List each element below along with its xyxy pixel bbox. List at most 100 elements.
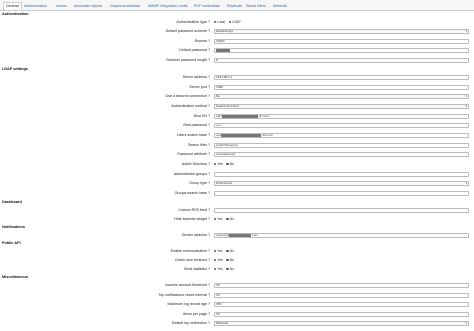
password-scheme-value: sha512crypt xyxy=(216,29,233,33)
inactive-threshold-label: Inactive account threshold ? xyxy=(165,283,210,287)
rounds-label: Rounds ? xyxy=(194,39,210,43)
section-dashboard-title: Dashboard xyxy=(2,200,22,204)
server-address-input[interactable]: 192.168.1.2 xyxy=(214,75,469,80)
auth-type-radio[interactable]: Local LDAP xyxy=(214,19,244,25)
groups-search-base-input[interactable] xyxy=(214,191,469,196)
auth-type-local: Local xyxy=(217,20,226,24)
hide-features-yes: Yes xyxy=(217,217,223,221)
auth-method-select[interactable]: Search and bind ▾ xyxy=(214,104,469,109)
admin-groups-label: Administrator groups ? xyxy=(173,172,210,176)
rounds-input[interactable]: 15000 xyxy=(214,39,469,44)
server-port-input[interactable]: 1389 xyxy=(214,85,469,90)
top-redirection-label: Default top redirection ? xyxy=(171,321,210,325)
active-directory-radio[interactable]: Yes No xyxy=(214,161,237,167)
active-directory-no: No xyxy=(229,162,234,166)
tab-graphical-statistics[interactable]: Graphical statistics xyxy=(110,3,140,10)
tab-limits[interactable]: Limits xyxy=(178,3,187,10)
chevron-down-icon: ▾ xyxy=(465,94,467,98)
sender-address-label: Sender address ? xyxy=(181,233,210,237)
sender-prefix: noreply@ xyxy=(216,233,230,238)
top-redirection-value: Webmail xyxy=(216,321,228,325)
radio-selected-icon[interactable] xyxy=(226,267,229,271)
admin-groups-input[interactable] xyxy=(214,172,469,177)
secured-connection-select[interactable]: No ▾ xyxy=(214,94,469,99)
tab-general[interactable]: General xyxy=(3,2,22,10)
chevron-down-icon: ▾ xyxy=(465,104,467,108)
password-scheme-label: Default password scheme ? xyxy=(165,29,210,33)
tab-automatic-reports[interactable]: Automatic reports xyxy=(74,3,102,10)
section-authentication-title: Authentication xyxy=(2,12,29,16)
radio-selected-icon[interactable] xyxy=(226,249,229,253)
users-base-suffix: ,dc=com xyxy=(261,133,274,138)
password-scheme-select[interactable]: sha512crypt ▾ xyxy=(214,29,469,34)
users-search-base-input[interactable]: ou= ,dc=com xyxy=(214,133,469,138)
check-versions-label: Check new versions ? xyxy=(174,258,210,262)
enable-communication-yes: Yes xyxy=(217,249,223,253)
group-type-select[interactable]: PosixGroup ▾ xyxy=(214,181,469,186)
send-statistics-label: Send statistics ? xyxy=(183,267,210,271)
hide-features-no: No xyxy=(229,217,234,221)
password-attribute-input[interactable]: userpassword xyxy=(214,152,469,157)
sender-address-input[interactable]: noreply@ .com xyxy=(214,233,469,238)
radio-selected-icon[interactable] xyxy=(228,20,232,24)
tab-avisos[interactable]: Avisos xyxy=(56,3,67,10)
top-notifications-label: Top notifications check interval ? xyxy=(158,293,210,297)
users-search-base-label: Users search base ? xyxy=(177,133,210,137)
tab-webmail[interactable]: Webmail xyxy=(273,3,287,10)
enable-communication-radio[interactable]: Yes No xyxy=(214,248,237,254)
items-per-page-input[interactable]: 30 xyxy=(214,312,469,317)
radio-selected-icon[interactable] xyxy=(226,217,229,221)
redacted-value xyxy=(221,134,262,137)
check-versions-radio[interactable]: Yes No xyxy=(214,257,237,263)
search-filter-label: Search filter ? xyxy=(187,143,210,147)
enable-communication-no: No xyxy=(229,249,234,253)
bind-password-input[interactable]: ••••• xyxy=(214,123,469,128)
auth-method-value: Search and bind xyxy=(216,104,239,108)
custom-rss-input[interactable] xyxy=(214,208,469,213)
tab-administration[interactable]: Administration xyxy=(24,3,47,10)
auth-type-label: Authentication type ? xyxy=(176,20,210,24)
send-statistics-no: No xyxy=(229,267,234,271)
tab-saved-filters[interactable]: Saved filters xyxy=(246,3,266,10)
inactive-threshold-input[interactable]: 30 xyxy=(214,283,469,288)
send-statistics-radio[interactable]: Yes No xyxy=(214,266,237,272)
search-filter-input[interactable]: (mail=%(user)s) xyxy=(214,143,469,148)
tab-wamp-integration[interactable]: WAMP integration xyxy=(148,3,177,10)
check-versions-no: No xyxy=(229,258,234,262)
section-public-api-title: Public API xyxy=(2,241,21,245)
redacted-value xyxy=(229,234,252,237)
hide-features-label: Hide features widget ? xyxy=(174,217,210,221)
active-directory-yes: Yes xyxy=(217,162,223,166)
password-attribute-label: Password attribute ? xyxy=(177,152,210,156)
groups-search-base-label: Groups search base ? xyxy=(174,191,210,195)
group-type-label: Group type ? xyxy=(189,181,210,185)
tab-pdf-credentials[interactable]: PDF credentials xyxy=(194,3,220,10)
enable-communication-label: Enable communication ? xyxy=(170,249,210,253)
chevron-down-icon: ▾ xyxy=(465,181,467,185)
top-redirection-select[interactable]: Webmail ▾ xyxy=(214,321,469,326)
radio-icon[interactable] xyxy=(226,258,229,262)
custom-rss-label: Custom RSS feed ? xyxy=(178,208,210,212)
settings-tabs: General Administration Avisos Automatic … xyxy=(0,0,474,11)
radio-selected-icon[interactable] xyxy=(226,162,229,166)
secured-connection-label: Use a secured connection ? xyxy=(165,94,210,98)
send-statistics-yes: Yes xyxy=(217,267,223,271)
server-address-label: Server address ? xyxy=(182,75,210,79)
chevron-down-icon: ▾ xyxy=(465,321,467,325)
top-notifications-input[interactable]: 30 xyxy=(214,293,469,298)
secured-connection-value: No xyxy=(216,94,220,98)
default-password-input[interactable] xyxy=(214,48,469,53)
check-versions-yes: Yes xyxy=(217,258,223,262)
default-password-label: Default password ? xyxy=(179,48,210,52)
bind-dn-suffix: ,dc=com xyxy=(257,114,270,119)
section-miscellaneous-title: Miscellaneous xyxy=(2,275,28,279)
max-log-age-input[interactable]: 365 xyxy=(214,302,469,307)
hide-features-radio[interactable]: Yes No xyxy=(214,216,237,222)
random-length-input[interactable]: 8 xyxy=(214,58,469,63)
bind-dn-label: Bind DN ? xyxy=(193,114,210,118)
max-log-age-label: Maximum log record age ? xyxy=(167,302,210,306)
tab-replicate[interactable]: Replicate xyxy=(227,3,242,10)
bind-dn-input[interactable]: uid= ,dc=com xyxy=(214,114,469,119)
redacted-value xyxy=(221,115,258,118)
section-ldap-title: LDAP settings xyxy=(2,67,28,71)
